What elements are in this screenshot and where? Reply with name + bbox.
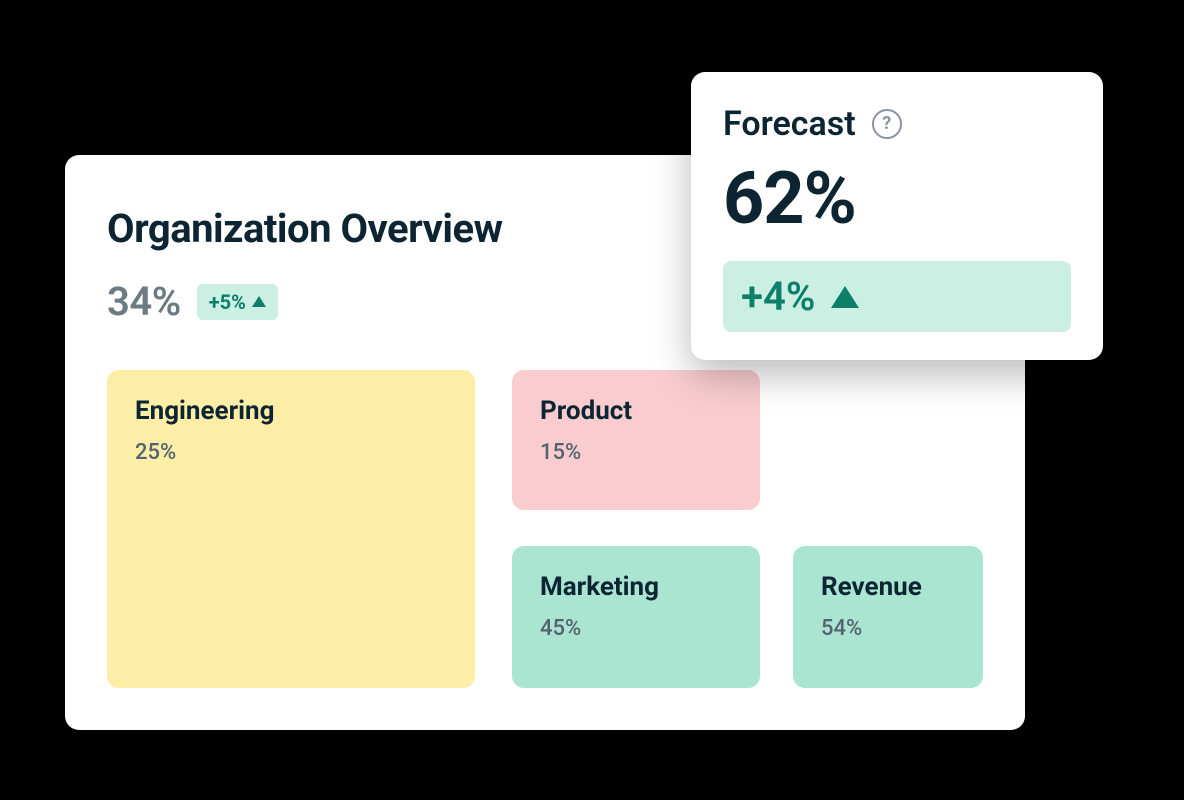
tile-product[interactable]: Product 15% [512,370,760,510]
forecast-value: 62% [723,156,1071,241]
help-icon[interactable]: ? [872,109,902,139]
forecast-trend-label: +4% [741,273,815,320]
tile-marketing-name: Marketing [540,572,732,602]
overview-trend-label: +5% [209,290,246,314]
tile-engineering-percent: 25% [135,440,447,465]
forecast-header: Forecast ? [723,104,1071,144]
forecast-trend-badge: +4% [723,261,1071,332]
arrow-up-icon [252,296,266,307]
forecast-card: Forecast ? 62% +4% [691,72,1103,360]
tile-revenue-percent: 54% [821,616,955,641]
arrow-up-icon [831,286,859,308]
overview-trend-badge: +5% [197,284,278,320]
tile-product-name: Product [540,396,732,426]
tile-marketing-percent: 45% [540,616,732,641]
tile-engineering[interactable]: Engineering 25% [107,370,475,688]
tile-product-percent: 15% [540,440,732,465]
tile-engineering-name: Engineering [135,396,447,426]
tile-revenue[interactable]: Revenue 54% [793,546,983,688]
tile-marketing[interactable]: Marketing 45% [512,546,760,688]
department-tiles: Engineering 25% Product 15% Marketing 45… [107,370,983,690]
overview-percent: 34% [107,278,181,325]
tile-revenue-name: Revenue [821,572,955,602]
forecast-title: Forecast [723,104,856,144]
